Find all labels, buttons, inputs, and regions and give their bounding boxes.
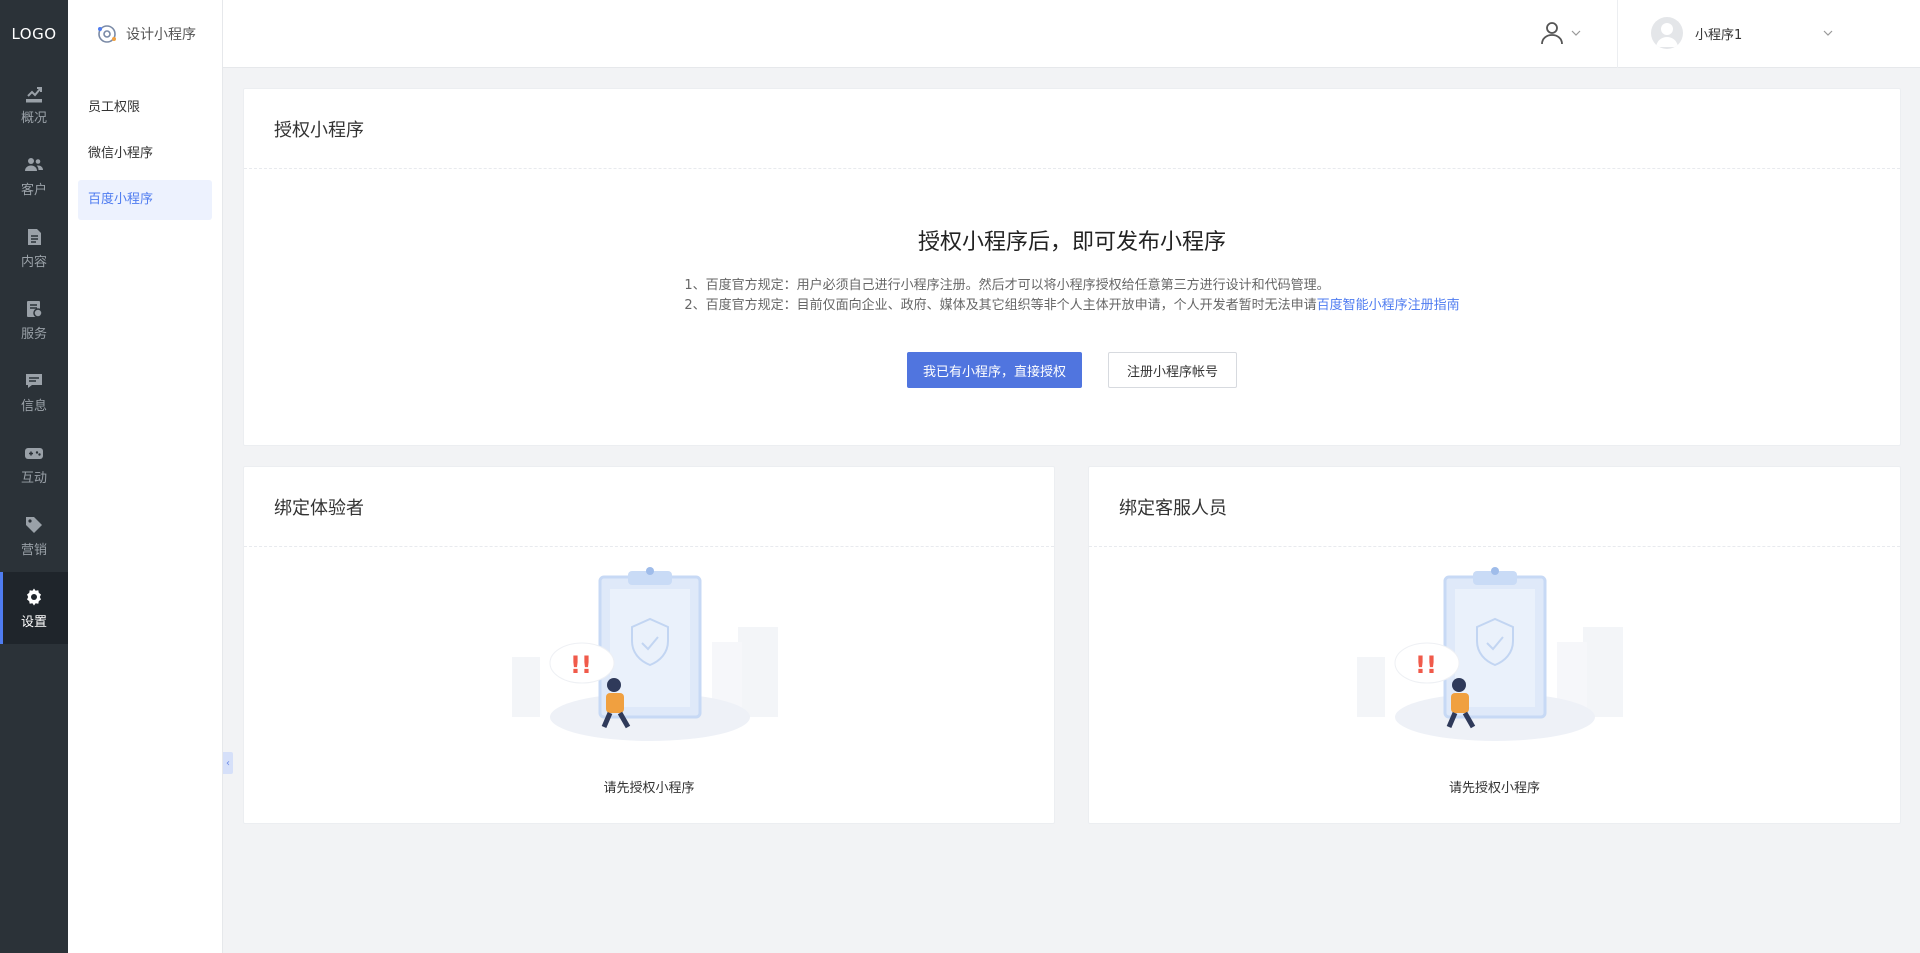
chevron-left-icon: ‹ [226, 757, 230, 769]
nav-item-overview[interactable]: 概况 [0, 68, 68, 140]
register-account-button[interactable]: 注册小程序帐号 [1108, 352, 1238, 388]
sub-nav-item-wechat[interactable]: 微信小程序 [78, 134, 212, 174]
main-nav: LOGO 概况 客户 内容 服务 信息 互动 营销 设置 [0, 0, 68, 953]
authorize-headline: 授权小程序后，即可发布小程序 [917, 230, 1226, 255]
sub-nav-title: 设计小程序 [68, 0, 222, 68]
empty-state-text: 请先授权小程序 [603, 781, 695, 796]
chevron-down-icon [1823, 30, 1833, 36]
sub-nav-item-staff[interactable]: 员工权限 [78, 88, 212, 128]
card-title: 授权小程序 [244, 89, 1900, 169]
empty-state-text: 请先授权小程序 [1448, 781, 1540, 796]
nav-label: 营销 [20, 542, 47, 558]
avatar-icon [1656, 23, 1678, 47]
sub-nav: 设计小程序 员工权限 微信小程序 百度小程序 [68, 0, 223, 953]
top-header: 小程序1 [223, 0, 1920, 68]
mini-program-icon [98, 25, 116, 43]
nav-item-settings[interactable]: 设置 [0, 572, 68, 644]
nav-label: 概况 [20, 110, 47, 126]
empty-state: !! 请先授权小程序 [1089, 547, 1900, 823]
user-menu[interactable] [1539, 20, 1581, 46]
empty-illustration-icon: !! [1357, 567, 1623, 741]
avatar [1651, 17, 1683, 49]
gamepad-icon [25, 447, 43, 459]
nav-item-customers[interactable]: 客户 [0, 140, 68, 212]
rule-1: 1、百度官方规定：用户必须自己进行小程序注册。然后才可以将小程序授权给任意第三方… [684, 278, 1330, 293]
chart-icon [26, 86, 42, 102]
sub-nav-title-text: 设计小程序 [126, 27, 196, 43]
empty-illustration-icon: !! [512, 567, 778, 741]
nav-label: 设置 [20, 614, 47, 630]
collapse-sidebar-button[interactable]: ‹ [223, 752, 233, 774]
nav-item-interaction[interactable]: 互动 [0, 428, 68, 500]
bind-tester-card: 绑定体验者 !! 请先授权小程序 [243, 466, 1055, 824]
gear-icon [27, 588, 41, 605]
nav-label: 信息 [20, 398, 47, 414]
rule-2: 2、百度官方规定：目前仅面向企业、政府、媒体及其它组织等非个人主体开放申请，个人… [684, 296, 1459, 316]
rules-text: 1、百度官方规定：用户必须自己进行小程序注册。然后才可以将小程序授权给任意第三方… [684, 276, 1459, 316]
nav-item-service[interactable]: 服务 [0, 284, 68, 356]
nav-label: 内容 [20, 254, 47, 270]
user-icon [1541, 22, 1563, 45]
chevron-down-icon [1571, 30, 1581, 36]
svg-text:!!: !! [1415, 651, 1437, 679]
registration-guide-link[interactable]: 百度智能小程序注册指南 [1317, 298, 1460, 313]
header-divider [1617, 0, 1618, 68]
document-icon [28, 228, 41, 245]
nav-label: 客户 [20, 182, 47, 198]
tag-icon [26, 516, 42, 533]
svg-text:!!: !! [570, 651, 592, 679]
message-icon [26, 373, 42, 388]
nav-item-message[interactable]: 信息 [0, 356, 68, 428]
nav-label: 互动 [20, 470, 47, 486]
empty-state: !! 请先授权小程序 [244, 547, 1054, 823]
account-name: 小程序1 [1695, 27, 1743, 43]
rule-2-text: 2、百度官方规定：目前仅面向企业、政府、媒体及其它组织等非个人主体开放申请，个人… [684, 298, 1317, 313]
logo: LOGO [11, 25, 57, 43]
authorize-card: 授权小程序 授权小程序后，即可发布小程序 1、百度官方规定：用户必须自己进行小程… [243, 88, 1901, 446]
nav-item-marketing[interactable]: 营销 [0, 500, 68, 572]
bind-service-card: 绑定客服人员 !! 请先授权小程序 [1088, 466, 1901, 824]
authorize-existing-button[interactable]: 我已有小程序，直接授权 [906, 352, 1082, 388]
nav-item-content[interactable]: 内容 [0, 212, 68, 284]
card-title: 绑定客服人员 [1089, 467, 1900, 547]
sub-nav-item-baidu[interactable]: 百度小程序 [78, 180, 212, 220]
card-title: 绑定体验者 [244, 467, 1054, 547]
service-icon [27, 300, 43, 318]
users-icon [25, 157, 43, 171]
account-switcher[interactable]: 小程序1 [1651, 17, 1833, 49]
nav-label: 服务 [20, 326, 47, 342]
